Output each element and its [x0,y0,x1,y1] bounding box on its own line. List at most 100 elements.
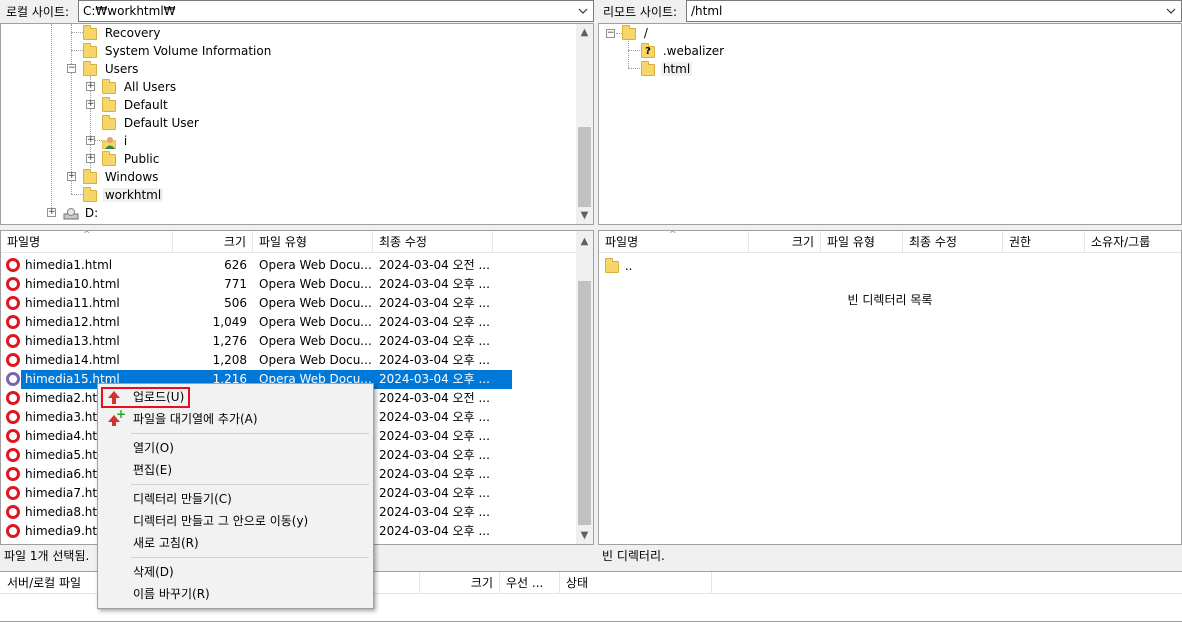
tree-item-default[interactable]: Default [102,96,168,114]
tree-item-all-users[interactable]: All Users [102,78,176,96]
file-modified: 2024-03-04 오후 ... [379,429,490,443]
col-header-priority[interactable]: 우선 ... [500,572,560,594]
col-header-status[interactable]: 상태 [560,572,712,594]
col-header-name[interactable]: 파일명 ^ [599,231,749,253]
list-item-parent-dir[interactable]: .. [599,257,1181,276]
tree-item-label: System Volume Information [104,44,272,58]
tree-item-label: All Users [123,80,177,94]
folder-icon [83,42,97,58]
menu-item-add-to-queue[interactable]: + 파일을 대기열에 추가(A) [100,407,371,430]
opera-file-icon [6,410,20,424]
tree-item-html[interactable]: html [641,60,693,78]
col-label: 상태 [566,576,589,590]
file-modified: 2024-03-04 오후 ... [379,486,490,500]
expand-toggle-icon[interactable]: + [86,136,95,145]
tree-item-label: i [123,134,128,148]
tree-item-label: Default [123,98,168,112]
col-header-type[interactable]: 파일 유형 [253,231,373,253]
tree-item-workhtml[interactable]: workhtml [83,186,164,204]
file-type: Opera Web Docu... [259,296,371,310]
menu-item-label: 새로 고침(R) [133,536,199,550]
local-site-combo[interactable]: C:₩workhtml₩ [78,0,594,22]
col-header-owner[interactable]: 소유자/그룹 [1085,231,1181,253]
collapse-toggle-icon[interactable]: − [606,29,615,38]
table-row[interactable]: himedia14.html 1,208 Opera Web Docu... 2024… [1,351,576,370]
tree-item-windows[interactable]: Windows [83,168,158,186]
tree-item-webalizer[interactable]: ? .webalizer [641,42,724,60]
col-header-size[interactable]: 크기 [749,231,821,253]
local-site-bar: 로컬 사이트: C:₩workhtml₩ [0,0,594,22]
tree-item-drive-d[interactable]: D: [63,204,98,222]
question-folder-icon: ? [641,42,655,58]
tree-item-label: Users [104,62,139,76]
chevron-down-icon[interactable] [1165,3,1177,19]
expand-toggle-icon[interactable]: + [47,208,56,217]
expand-toggle-icon[interactable]: + [86,100,95,109]
tree-item-root[interactable]: / [622,24,648,42]
sort-ascending-icon: ^ [83,230,91,240]
file-modified: 2024-03-04 오후 ... [379,277,490,291]
folder-icon [102,78,116,94]
table-row[interactable]: himedia11.html 506 Opera Web Docu... 2024-0… [1,294,576,313]
scroll-thumb[interactable] [578,281,591,525]
local-list-header: 파일명 ^ 크기 파일 유형 최종 수정 [1,231,576,253]
menu-item-delete[interactable]: 삭제(D) [100,561,371,583]
menu-item-rename[interactable]: 이름 바꾸기(R) [100,583,371,605]
folder-icon [622,24,636,40]
tree-item-i[interactable]: i [101,132,128,150]
expand-toggle-icon[interactable]: + [86,82,95,91]
opera-file-icon [6,372,20,386]
menu-item-create-and-enter-directory[interactable]: 디렉터리 만들고 그 안으로 이동(y) [100,510,371,532]
menu-item-open[interactable]: 열기(O) [100,437,371,459]
file-modified: 2024-03-04 오후 ... [379,296,490,310]
remote-site-path[interactable]: /html [691,4,722,18]
opera-file-icon [6,505,20,519]
table-row[interactable]: himedia12.html 1,049 Opera Web Docu... 2024… [1,313,576,332]
file-size: 771 [224,277,247,291]
remote-status-text: 빈 디렉터리. [602,549,665,563]
scroll-down-icon[interactable]: ▼ [576,527,593,544]
table-row[interactable]: himedia10.html 771 Opera Web Docu... 2024-0… [1,275,576,294]
col-label: 파일 유형 [259,235,307,249]
col-header-modified[interactable]: 최종 수정 [903,231,1003,253]
remote-site-combo[interactable]: /html [686,0,1182,22]
menu-item-edit[interactable]: 편집(E) [100,459,371,481]
tree-item-default-user[interactable]: Default User [102,114,199,132]
expand-toggle-icon[interactable]: + [67,172,76,181]
scroll-up-icon[interactable]: ▲ [576,233,593,250]
table-row[interactable]: himedia1.html 626 Opera Web Docu... 2024-03… [1,256,576,275]
local-site-path[interactable]: C:₩workhtml₩ [83,4,176,18]
menu-item-refresh[interactable]: 새로 고침(R) [100,532,371,554]
scroll-down-icon[interactable]: ▼ [576,207,593,224]
folder-icon [83,186,97,202]
scroll-up-icon[interactable]: ▲ [576,24,593,41]
menu-item-upload[interactable]: 업로드(U) [100,386,371,408]
collapse-toggle-icon[interactable]: − [67,64,76,73]
chevron-down-icon[interactable] [577,3,589,19]
col-header-permissions[interactable]: 권한 [1003,231,1085,253]
local-tree-scrollbar[interactable]: ▲ ▼ [576,24,593,224]
col-header-name[interactable]: 파일명 ^ [1,231,173,253]
folder-icon [102,114,116,130]
col-label: 권한 [1009,235,1032,249]
col-header-size[interactable]: 크기 [420,572,500,594]
tree-item-system-volume-information[interactable]: System Volume Information [83,42,271,60]
col-header-modified[interactable]: 최종 수정 [373,231,493,253]
table-row[interactable]: himedia13.html 1,276 Opera Web Docu... 2024… [1,332,576,351]
col-header-type[interactable]: 파일 유형 [821,231,903,253]
scroll-thumb[interactable] [578,127,591,207]
tree-item-recovery[interactable]: Recovery [83,24,160,42]
file-modified: 2024-03-04 오후 ... [379,410,490,424]
col-header-size[interactable]: 크기 [173,231,253,253]
expand-toggle-icon[interactable]: + [86,154,95,163]
tree-item-label: Windows [104,170,159,184]
menu-item-label: 업로드(U) [133,390,185,404]
menu-item-create-directory[interactable]: 디렉터리 만들기(C) [100,488,371,510]
opera-file-icon [6,429,20,443]
file-modified: 2024-03-04 오후 ... [379,467,490,481]
local-list-scrollbar[interactable]: ▲ ▼ [576,231,593,544]
tree-item-public[interactable]: Public [102,150,159,168]
file-modified: 2024-03-04 오전 ... [379,258,490,272]
tree-item-users[interactable]: Users [83,60,138,78]
file-name: himedia1.html [25,258,113,272]
